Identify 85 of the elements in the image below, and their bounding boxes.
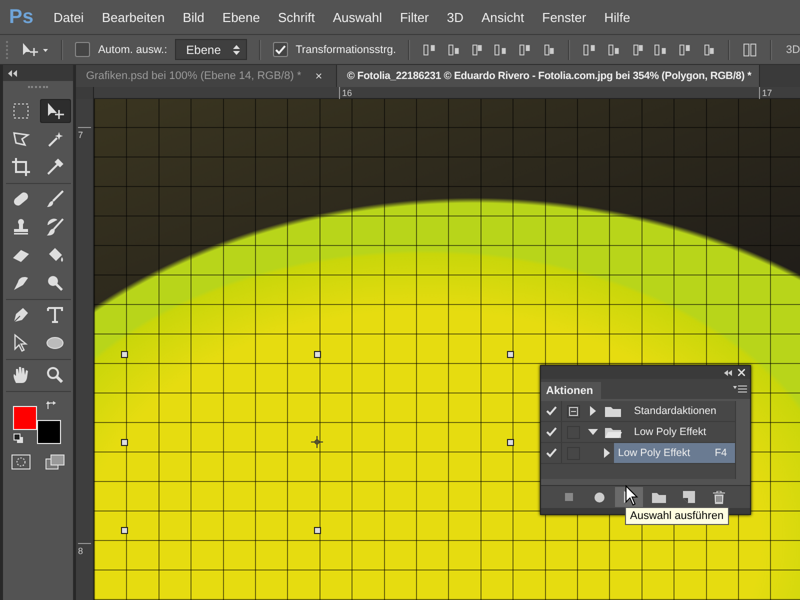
checkmark-icon[interactable] — [546, 406, 556, 416]
transform-handle[interactable] — [507, 351, 514, 358]
menu-item[interactable]: Filter — [400, 10, 429, 24]
swap-colors-icon[interactable] — [46, 400, 57, 411]
reference-point-icon[interactable] — [311, 436, 323, 448]
close-icon[interactable] — [738, 369, 745, 376]
hand-icon — [11, 365, 31, 385]
dodge-icon — [45, 273, 65, 293]
ruler-label: 8 — [78, 543, 91, 556]
menu-item[interactable]: Schrift — [278, 10, 315, 24]
new-item-icon — [683, 491, 695, 503]
brush-icon — [45, 189, 65, 209]
stop-icon — [565, 493, 573, 501]
tooltip: Auswahl ausführen — [625, 507, 729, 525]
menu-item[interactable]: 3D — [446, 10, 464, 24]
move-tool[interactable] — [40, 99, 70, 123]
disclosure-triangle-icon[interactable] — [602, 448, 612, 458]
transform-controls-checkbox[interactable] — [272, 42, 288, 57]
stamp-icon — [11, 217, 31, 237]
type-icon — [45, 305, 65, 325]
history-icon — [45, 217, 65, 237]
folder-icon — [652, 492, 666, 502]
checkmark-icon[interactable] — [546, 448, 556, 458]
crop-icon — [11, 157, 31, 177]
folder-icon — [604, 404, 622, 418]
folder-icon — [604, 426, 622, 438]
transform-handle[interactable] — [121, 527, 128, 534]
menu-item[interactable]: Hilfe — [604, 10, 630, 24]
zoom-icon — [45, 365, 65, 385]
menu-item[interactable]: Ebene — [222, 10, 260, 24]
transform-handle[interactable] — [314, 527, 321, 534]
pointer-cursor-icon — [625, 485, 639, 507]
up-down-arrows-icon — [232, 44, 240, 54]
menu-item[interactable]: Auswahl — [332, 10, 382, 24]
foreground-color-swatch[interactable] — [13, 406, 37, 430]
disclosure-triangle-icon[interactable] — [588, 427, 598, 437]
disclosure-triangle-icon[interactable] — [588, 406, 598, 416]
marquee-icon — [11, 101, 31, 121]
record-icon — [594, 492, 604, 502]
document-tab[interactable]: Grafiken.psd bei 100% (Ebene 14, RGB/8) * × — [76, 65, 337, 87]
dialog-toggle[interactable] — [566, 404, 580, 418]
align-icon[interactable] — [516, 42, 532, 58]
menu-item[interactable]: Ansicht — [482, 10, 524, 24]
close-tab-button[interactable]: × — [315, 69, 322, 83]
transform-handle[interactable] — [121, 439, 128, 446]
transform-controls-label: Transformationsstrg. — [296, 44, 396, 56]
move-icon — [45, 101, 65, 121]
menu-item[interactable]: Bild — [182, 10, 204, 24]
ruler-label: 7 — [78, 127, 91, 140]
auto-align-icon[interactable] — [742, 42, 758, 58]
checkmark-icon[interactable] — [546, 427, 556, 437]
panel-menu-icon[interactable] — [733, 385, 747, 393]
menu-item[interactable]: Datei — [53, 10, 84, 24]
app-logo: Ps — [9, 6, 34, 28]
trash-icon — [713, 490, 725, 504]
action-name: Low Poly Effekt — [634, 426, 706, 438]
mode-label: 3D — [786, 44, 800, 56]
pen-icon — [11, 305, 31, 325]
lasso-icon — [11, 129, 31, 149]
ruler-label: 17 — [759, 87, 772, 99]
quick-mask-icon[interactable] — [11, 454, 31, 470]
menu-item[interactable]: Fenster — [542, 10, 586, 24]
dialog-icon — [568, 406, 578, 416]
transform-handle[interactable] — [507, 439, 514, 446]
action-name: Low Poly Effekt — [618, 447, 690, 459]
ruler-label: 16 — [339, 87, 352, 99]
background-color-swatch[interactable] — [37, 420, 61, 444]
panel-tab[interactable]: Aktionen — [541, 382, 602, 399]
collapse-icon[interactable] — [724, 370, 732, 376]
menu-item[interactable]: Bearbeiten — [102, 10, 165, 24]
screen-mode-icon[interactable] — [45, 454, 65, 470]
action-list-item[interactable]: Low Poly Effekt F4 — [614, 443, 735, 463]
shortcut-key: F4 — [714, 447, 727, 459]
auto-select-checkbox[interactable] — [75, 42, 90, 57]
transform-handle[interactable] — [121, 351, 128, 358]
target-dropdown[interactable]: Ebene — [175, 39, 247, 60]
action-list-item[interactable]: Low Poly Effekt — [630, 422, 735, 442]
align-icon[interactable] — [446, 42, 462, 58]
collapse-icon[interactable] — [8, 70, 17, 76]
action-name: Standardaktionen — [634, 405, 716, 417]
action-list-item[interactable]: Standardaktionen — [630, 401, 735, 421]
document-tab[interactable]: © Fotolia_22186231 © Eduardo Rivero - Fotolia.com.jpg bei 354% (Polygon, RGB/8) * — [337, 65, 760, 87]
auto-select-label: Autom. ausw.: — [98, 44, 168, 56]
transform-handle[interactable] — [314, 351, 321, 358]
default-colors-icon[interactable] — [13, 433, 24, 444]
